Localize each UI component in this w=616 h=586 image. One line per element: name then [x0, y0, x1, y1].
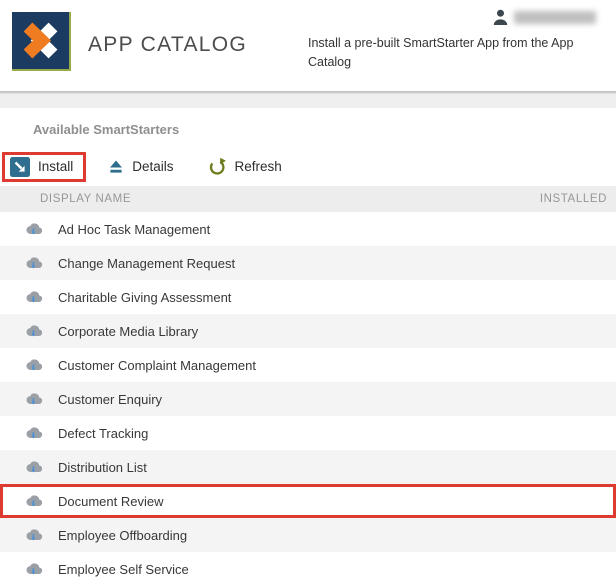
row-display-name: Employee Offboarding: [58, 527, 188, 543]
gray-strip: [0, 94, 616, 108]
table-row[interactable]: Customer Complaint Management: [0, 348, 616, 382]
row-display-name: Charitable Giving Assessment: [58, 289, 232, 305]
user-name-redacted: [514, 11, 596, 24]
column-header-display-name: DISPLAY NAME: [40, 193, 132, 205]
cloud-download-icon: [24, 561, 43, 577]
table-row[interactable]: Change Management Request: [0, 246, 616, 280]
table-header-row: DISPLAY NAME INSTALLED: [0, 186, 616, 212]
table-row[interactable]: Ad Hoc Task Management: [0, 212, 616, 246]
install-button[interactable]: Install: [2, 151, 87, 182]
row-display-name: Ad Hoc Task Management: [58, 221, 211, 237]
table-row[interactable]: Distribution List: [0, 450, 616, 484]
table-row[interactable]: Charitable Giving Assessment: [0, 280, 616, 314]
row-display-name: Customer Enquiry: [58, 391, 163, 407]
cloud-download-icon: [24, 255, 43, 271]
smartstarter-table: DISPLAY NAME INSTALLED Ad Hoc Task Manag…: [0, 186, 616, 586]
user-menu[interactable]: [493, 9, 596, 26]
install-button-label: Install: [38, 159, 74, 174]
table-row[interactable]: Document Review: [0, 484, 616, 518]
cloud-download-icon: [24, 425, 43, 441]
cloud-download-icon: [24, 493, 43, 509]
table-row[interactable]: Defect Tracking: [0, 416, 616, 450]
row-display-name: Customer Complaint Management: [58, 357, 256, 373]
table-row[interactable]: Employee Self Service: [0, 552, 616, 586]
table-row[interactable]: Employee Offboarding: [0, 518, 616, 552]
table-row[interactable]: Corporate Media Library: [0, 314, 616, 348]
cloud-download-icon: [24, 289, 43, 305]
column-header-installed: INSTALLED: [539, 193, 607, 205]
row-display-name: Document Review: [58, 493, 164, 509]
details-button-label: Details: [132, 159, 174, 174]
row-display-name: Change Management Request: [58, 255, 236, 271]
table-body: Ad Hoc Task Management Change Management…: [0, 212, 616, 586]
details-button[interactable]: Details: [96, 159, 185, 175]
refresh-button[interactable]: Refresh: [196, 157, 294, 176]
refresh-button-label: Refresh: [234, 159, 282, 174]
k2-logo-icon: [12, 12, 71, 71]
section-title: Available SmartStarters: [33, 122, 180, 137]
main-content: Available SmartStarters Install Details …: [0, 122, 616, 586]
install-icon: [10, 156, 30, 177]
app-catalog-window: APP CATALOG Install a pre-built SmartSta…: [0, 0, 616, 586]
cloud-download-icon: [24, 459, 43, 475]
row-display-name: Corporate Media Library: [58, 323, 199, 339]
cloud-download-icon: [24, 323, 43, 339]
page-description: Install a pre-built SmartStarter App fro…: [308, 36, 574, 69]
row-display-name: Distribution List: [58, 459, 147, 475]
page-title: APP CATALOG: [88, 33, 248, 56]
cloud-download-icon: [24, 221, 43, 237]
row-display-name: Employee Self Service: [58, 561, 189, 577]
person-icon: [493, 9, 508, 26]
toolbar: Install Details Refresh: [2, 150, 616, 183]
cloud-download-icon: [24, 357, 43, 373]
details-eject-icon: [108, 159, 124, 175]
app-header: APP CATALOG Install a pre-built SmartSta…: [0, 0, 616, 91]
row-display-name: Defect Tracking: [58, 425, 149, 441]
cloud-download-icon: [24, 527, 43, 543]
cloud-download-icon: [24, 391, 43, 407]
table-row[interactable]: Customer Enquiry: [0, 382, 616, 416]
refresh-icon: [208, 157, 227, 176]
